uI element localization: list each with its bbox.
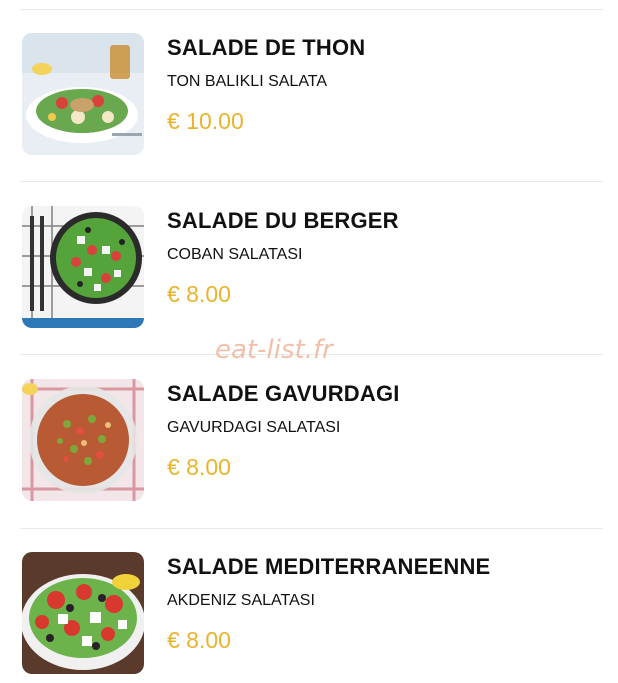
menu-item-salade-du-berger[interactable]: SALADE DU BERGER COBAN SALATASI € 8.00: [22, 206, 602, 330]
divider: [20, 9, 603, 10]
item-subtitle: AKDENIZ SALATASI: [167, 592, 315, 609]
divider: [20, 528, 603, 529]
menu-item-salade-mediterraneenne[interactable]: SALADE MEDITERRANEENNE AKDENIZ SALATASI …: [22, 552, 602, 676]
item-name: SALADE DE THON: [167, 35, 366, 60]
item-name: SALADE DU BERGER: [167, 208, 399, 233]
menu-item-salade-de-thon[interactable]: SALADE DE THON TON BALIKLI SALATA € 10.0…: [22, 33, 602, 157]
gavurdagi-salad-photo: [22, 379, 144, 501]
item-subtitle: COBAN SALATASI: [167, 246, 303, 263]
item-price: € 8.00: [167, 281, 231, 307]
divider: [20, 181, 603, 182]
item-subtitle: GAVURDAGI SALATASI: [167, 419, 341, 436]
mediterranean-salad-photo: [22, 552, 144, 674]
item-price: € 8.00: [167, 627, 231, 653]
item-name: SALADE MEDITERRANEENNE: [167, 554, 491, 579]
watermark: eat-list.fr: [215, 335, 333, 365]
item-price: € 10.00: [167, 108, 244, 134]
item-name: SALADE GAVURDAGI: [167, 381, 400, 406]
tuna-salad-photo: [22, 33, 144, 155]
item-price: € 8.00: [167, 454, 231, 480]
menu-item-salade-gavurdagi[interactable]: SALADE GAVURDAGI GAVURDAGI SALATASI € 8.…: [22, 379, 602, 503]
item-subtitle: TON BALIKLI SALATA: [167, 73, 328, 90]
shepherd-salad-photo: [22, 206, 144, 328]
